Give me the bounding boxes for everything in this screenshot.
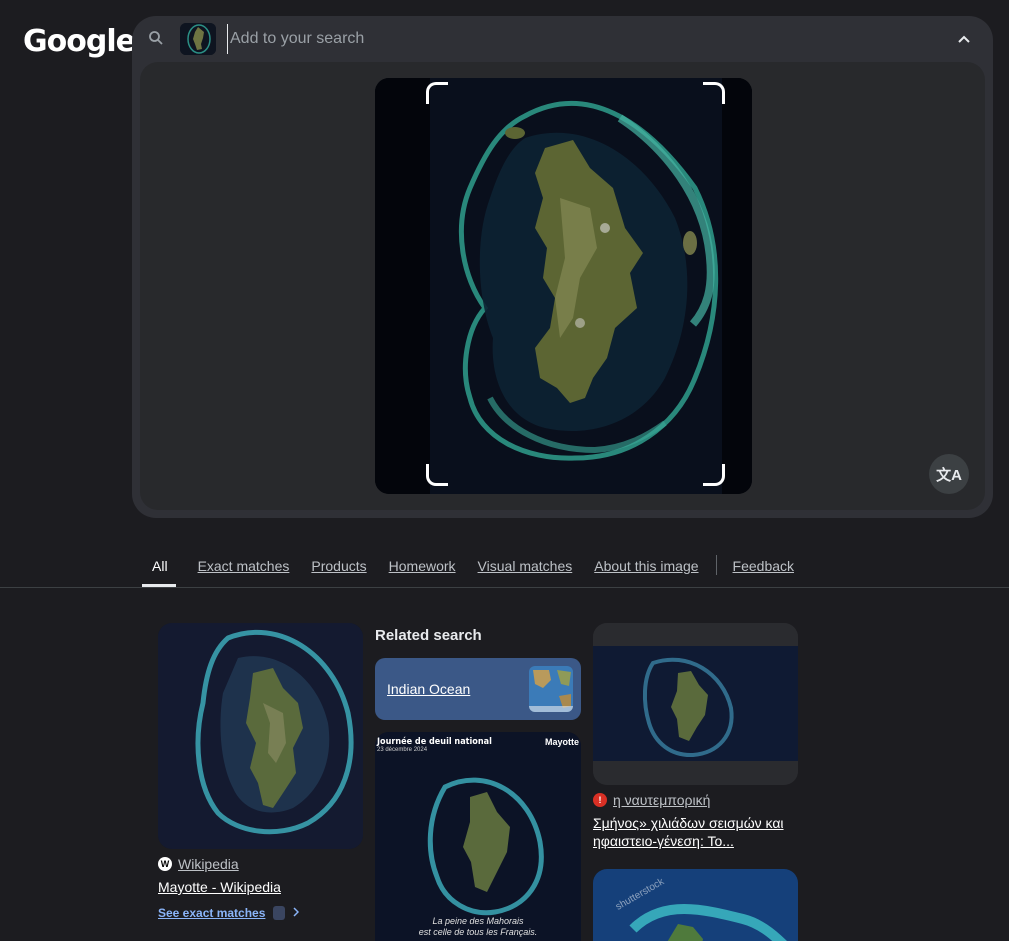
result-card-news[interactable]: ! η ναυτεμπορική Σμήνος» χιλιάδων σεισμώ… <box>593 623 798 850</box>
crop-handle-bottom-left[interactable] <box>426 464 448 486</box>
poster-caption-line: La peine des Mahorais <box>432 916 524 926</box>
result-image[interactable]: shutterstock <box>593 869 798 941</box>
tab-all[interactable]: All <box>142 548 176 587</box>
poster-label: Mayotte <box>544 737 579 747</box>
image-preview-area: 文A <box>140 62 985 510</box>
search-panel: 文A <box>132 16 993 518</box>
google-logo[interactable]: Google <box>23 24 136 59</box>
results-tabs: All Exact matches Products Homework Visu… <box>142 548 816 588</box>
poster-date: 23 décembre 2024 <box>377 747 428 753</box>
related-search-section: Related search Indian Ocean Journée de d… <box>375 627 581 941</box>
tabs-divider-line <box>0 587 1009 588</box>
tab-visual-matches[interactable]: Visual matches <box>478 548 573 587</box>
tab-homework[interactable]: Homework <box>389 548 456 587</box>
tab-feedback[interactable]: Feedback <box>733 548 794 587</box>
result-source[interactable]: Wikipedia <box>178 856 239 872</box>
poster-result-image[interactable]: Journée de deuil national 23 décembre 20… <box>375 732 581 941</box>
site-favicon-icon: ! <box>593 793 607 807</box>
poster-caption-line: est celle de tous les Français. <box>418 927 538 937</box>
see-exact-matches-link[interactable]: See exact matches <box>158 906 265 920</box>
tab-about-this-image[interactable]: About this image <box>594 548 698 587</box>
search-icon[interactable] <box>148 30 164 46</box>
crop-handle-bottom-right[interactable] <box>703 464 725 486</box>
tab-divider <box>715 555 717 575</box>
related-search-thumbnail <box>529 666 573 712</box>
wikipedia-icon: W <box>158 857 172 871</box>
query-image-thumbnail[interactable] <box>180 23 216 55</box>
chevron-up-icon[interactable] <box>953 28 975 50</box>
result-card-wikipedia[interactable]: W Wikipedia Mayotte - Wikipedia See exac… <box>158 623 363 922</box>
uploaded-image[interactable] <box>375 78 752 494</box>
crop-handle-top-left[interactable] <box>426 82 448 104</box>
tab-exact-matches[interactable]: Exact matches <box>198 548 290 587</box>
related-search-heading: Related search <box>375 627 482 644</box>
result-card-stock[interactable]: shutterstock <box>593 869 798 941</box>
search-input[interactable] <box>227 24 927 54</box>
related-search-chip[interactable]: Indian Ocean <box>375 658 581 720</box>
exact-match-thumbnail <box>273 906 286 920</box>
crop-handle-top-right[interactable] <box>703 82 725 104</box>
tab-products[interactable]: Products <box>311 548 366 587</box>
translate-icon[interactable]: 文A <box>929 454 969 494</box>
result-title[interactable]: Mayotte - Wikipedia <box>158 878 363 896</box>
search-bar <box>132 16 993 62</box>
result-source[interactable]: η ναυτεμπορική <box>613 792 710 808</box>
result-image[interactable] <box>158 623 363 849</box>
poster-title: Journée de deuil national <box>377 737 492 747</box>
poster-caption: La peine des Mahorais est celle de tous … <box>375 916 581 938</box>
result-image[interactable] <box>593 623 798 785</box>
chevron-right-icon[interactable] <box>293 904 300 922</box>
related-search-label[interactable]: Indian Ocean <box>387 681 470 697</box>
result-title[interactable]: Σμήνος» χιλιάδων σεισμών και ηφαιστειο-γ… <box>593 814 798 850</box>
